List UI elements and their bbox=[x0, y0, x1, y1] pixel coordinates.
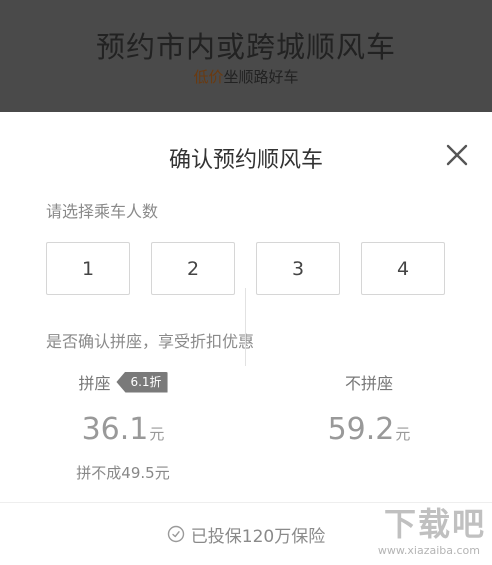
watermark-text: 下载吧 bbox=[383, 505, 486, 543]
sheet-title: 确认预约顺风车 bbox=[168, 148, 323, 173]
background-overlay[interactable]: 预约市内或跨城顺风车 低价坐顺路好车 bbox=[0, 0, 492, 112]
passenger-option-4[interactable]: 4 bbox=[361, 242, 445, 295]
close-button[interactable] bbox=[444, 142, 470, 168]
passenger-option-3[interactable]: 3 bbox=[256, 242, 340, 295]
private-option-label: 不拼座 bbox=[344, 374, 393, 393]
option-divider bbox=[245, 288, 246, 366]
shared-price: 36.1元 bbox=[0, 412, 246, 447]
carpool-private-option[interactable]: 不拼座 59.2元 bbox=[246, 370, 492, 500]
insurance-text: 已投保120万保险 bbox=[190, 526, 326, 547]
watermark-url: www.xiazaiba.com bbox=[377, 544, 480, 557]
passenger-count-label: 请选择乘车人数 bbox=[46, 202, 159, 221]
close-icon bbox=[446, 144, 468, 166]
carpool-label: 是否确认拼座，享受折扣优惠 bbox=[46, 332, 255, 351]
private-price: 59.2元 bbox=[246, 412, 492, 447]
subtitle-highlight: 低价 bbox=[193, 68, 224, 86]
shared-price-value: 36.1 bbox=[81, 412, 149, 447]
background-subtitle: 低价坐顺路好车 bbox=[0, 66, 492, 87]
passenger-option-1[interactable]: 1 bbox=[46, 242, 130, 295]
subtitle-rest: 坐顺路好车 bbox=[223, 68, 299, 86]
private-price-unit: 元 bbox=[395, 425, 411, 443]
carpool-shared-option[interactable]: 拼座 6.1折 36.1元 拼不成49.5元 bbox=[0, 370, 246, 500]
shield-icon bbox=[167, 525, 184, 543]
shared-option-header: 拼座 6.1折 bbox=[0, 370, 246, 394]
shared-option-label: 拼座 bbox=[78, 374, 111, 393]
background-title: 预约市内或跨城顺风车 bbox=[95, 30, 396, 64]
shared-price-unit: 元 bbox=[149, 425, 165, 443]
private-option-header: 不拼座 bbox=[246, 370, 492, 394]
confirm-sheet: 确认预约顺风车 请选择乘车人数 1 2 3 4 是否确认拼座，享受折扣优惠 拼座… bbox=[0, 112, 492, 565]
discount-badge: 6.1折 bbox=[116, 371, 168, 393]
watermark: 下载吧 www.xiazaiba.com bbox=[346, 499, 486, 557]
page: 预约市内或跨城顺风车 低价坐顺路好车 确认预约顺风车 请选择乘车人数 1 2 3… bbox=[0, 0, 492, 565]
private-price-value: 59.2 bbox=[327, 412, 395, 447]
passenger-option-2[interactable]: 2 bbox=[151, 242, 235, 295]
shared-fallback-note: 拼不成49.5元 bbox=[76, 464, 170, 482]
